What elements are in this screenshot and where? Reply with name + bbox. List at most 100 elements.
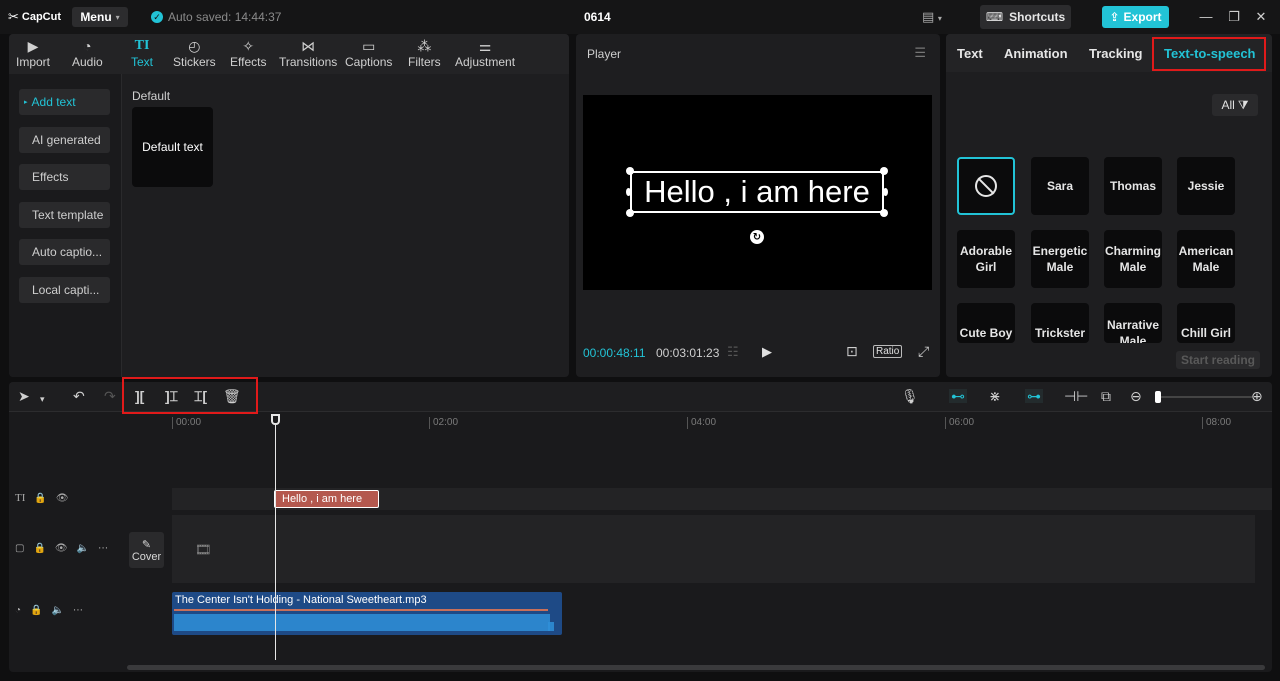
magnet-link-icon[interactable]: ⊷ bbox=[949, 389, 967, 403]
sidebar-item-effects[interactable]: Effects bbox=[19, 164, 110, 190]
effects-icon: ✧ bbox=[242, 38, 255, 54]
tab-animation[interactable]: Animation bbox=[1004, 46, 1068, 61]
fullscreen-crop-icon[interactable]: ⊡ bbox=[846, 343, 858, 360]
resize-handle[interactable] bbox=[880, 209, 888, 217]
tab-filters[interactable]: ⁂ Filters bbox=[408, 37, 441, 69]
voice-chill-girl[interactable]: Chill Girl bbox=[1177, 303, 1235, 343]
preview-canvas[interactable]: Hello , i am here ↻ bbox=[583, 95, 932, 290]
text-track-header: TI 🔒 👁 bbox=[15, 492, 69, 504]
voice-sara[interactable]: Sara bbox=[1031, 157, 1089, 215]
chevron-down-icon[interactable]: ▾ bbox=[40, 392, 45, 406]
properties-panel: Text Animation Tracking Text-to-speech A… bbox=[946, 34, 1272, 377]
total-time: 00:03:01:23 bbox=[656, 346, 720, 360]
layout-icon[interactable]: ▤ ▾ bbox=[922, 9, 942, 25]
more-icon[interactable]: ⋯ bbox=[73, 605, 83, 616]
shortcuts-button[interactable]: ⌨ Shortcuts bbox=[980, 5, 1071, 29]
lock-icon[interactable]: 🔒 bbox=[33, 543, 45, 554]
no-voice-icon bbox=[975, 175, 997, 197]
select-cursor-icon[interactable]: ➤ bbox=[18, 389, 30, 403]
tab-effects[interactable]: ✧ Effects bbox=[230, 37, 266, 69]
cover-button[interactable]: ✎ Cover bbox=[129, 532, 164, 568]
playhead-handle[interactable] bbox=[271, 414, 280, 425]
text-sidebar: ▸ Add text AI generated Effects Text tem… bbox=[9, 74, 122, 377]
tab-transitions[interactable]: ⋈ Transitions bbox=[279, 37, 337, 69]
sidebar-item-auto-captions[interactable]: Auto captio... bbox=[19, 239, 110, 265]
zoom-slider[interactable] bbox=[1159, 396, 1252, 398]
timecode-bars-icon: ☷ bbox=[727, 344, 739, 359]
ratio-button[interactable]: Ratio bbox=[873, 345, 903, 358]
voice-none[interactable] bbox=[957, 157, 1015, 215]
tab-text-props[interactable]: Text bbox=[957, 46, 983, 61]
picture-preview-icon[interactable]: ⧉ bbox=[1101, 389, 1111, 403]
resize-handle[interactable] bbox=[883, 188, 888, 196]
zoom-in-icon[interactable]: ⊕ bbox=[1251, 389, 1263, 403]
voice-cute-boy[interactable]: Cute Boy bbox=[957, 303, 1015, 343]
start-reading-button[interactable]: Start reading bbox=[1176, 351, 1260, 369]
menu-button[interactable]: Menu ▾ bbox=[72, 7, 128, 27]
play-icon[interactable]: ▶ bbox=[762, 344, 772, 360]
voice-energetic-male[interactable]: Energetic Male bbox=[1031, 230, 1089, 288]
speaker-icon[interactable]: 🔈 bbox=[52, 605, 64, 616]
close-icon[interactable]: ✕ bbox=[1253, 9, 1269, 25]
zoom-slider-handle[interactable] bbox=[1155, 391, 1161, 403]
captions-icon: ▭ bbox=[362, 38, 376, 54]
text-overlay[interactable]: Hello , i am here bbox=[630, 171, 884, 213]
zoom-out-icon[interactable]: ⊖ bbox=[1130, 389, 1142, 403]
export-button[interactable]: ⇪ Export bbox=[1102, 6, 1169, 28]
voice-american-male[interactable]: American Male bbox=[1177, 230, 1235, 288]
sidebar-item-local-captions[interactable]: Local capti... bbox=[19, 277, 110, 303]
hamburger-menu-icon[interactable]: ☰ bbox=[914, 45, 926, 61]
rotate-icon[interactable]: ↻ bbox=[750, 230, 764, 244]
check-icon: ✓ bbox=[151, 11, 163, 23]
speaker-icon[interactable]: 🔈 bbox=[77, 543, 89, 554]
more-icon[interactable]: ⋯ bbox=[98, 543, 108, 554]
tab-captions[interactable]: ▭ Captions bbox=[345, 37, 392, 69]
resize-handle[interactable] bbox=[626, 209, 634, 217]
restore-icon[interactable]: ❐ bbox=[1226, 9, 1242, 25]
sidebar-item-text-template[interactable]: Text template bbox=[19, 202, 110, 228]
minimize-icon[interactable]: — bbox=[1198, 9, 1214, 24]
lock-icon[interactable]: 🔒 bbox=[30, 605, 42, 616]
main-video-lane[interactable] bbox=[172, 515, 1255, 583]
adjustment-icon: ⚌ bbox=[478, 38, 492, 54]
media-toolbar: ▶ Import ◔ Audio TI Text ◴ Stickers ✧ Ef… bbox=[9, 34, 569, 74]
horizontal-scrollbar[interactable] bbox=[127, 665, 1265, 670]
playhead[interactable] bbox=[275, 414, 276, 660]
tab-tracking[interactable]: Tracking bbox=[1089, 46, 1142, 61]
voice-charming-male[interactable]: Charming Male bbox=[1104, 230, 1162, 288]
undo-icon[interactable]: ↶ bbox=[73, 389, 85, 403]
voice-jessie[interactable]: Jessie bbox=[1177, 157, 1235, 215]
player-title: Player bbox=[587, 47, 622, 61]
auto-snap-icon[interactable]: ⋇ bbox=[989, 389, 1001, 403]
lock-icon[interactable]: 🔒 bbox=[34, 493, 46, 504]
voice-thomas[interactable]: Thomas bbox=[1104, 157, 1162, 215]
chevron-down-icon: ▾ bbox=[115, 12, 120, 22]
tab-adjustment[interactable]: ⚌ Adjustment bbox=[455, 37, 515, 69]
text-clip[interactable]: Hello , i am here bbox=[274, 490, 379, 508]
preview-axis-icon[interactable]: ⊣⊢ bbox=[1064, 389, 1088, 403]
eye-icon[interactable]: 👁 bbox=[55, 543, 68, 554]
resize-handle[interactable] bbox=[626, 188, 631, 196]
default-text-card[interactable]: Default text bbox=[132, 107, 213, 187]
eye-icon[interactable]: 👁 bbox=[56, 493, 69, 504]
film-icon: 🎞 bbox=[195, 542, 212, 557]
linkage-icon[interactable]: ⊶ bbox=[1025, 389, 1043, 403]
sidebar-item-ai-generated[interactable]: AI generated bbox=[19, 127, 110, 153]
voice-filter-button[interactable]: All ⧩ bbox=[1212, 94, 1258, 116]
audio-clip[interactable]: The Center Isn't Holding - National Swee… bbox=[172, 592, 562, 635]
resize-handle[interactable] bbox=[626, 167, 634, 175]
tab-text[interactable]: TI Text bbox=[131, 37, 153, 69]
voice-adorable-girl[interactable]: Adorable Girl bbox=[957, 230, 1015, 288]
tab-import[interactable]: ▶ Import bbox=[16, 37, 50, 69]
time-ruler[interactable]: 00:00 02:00 04:00 06:00 08:00 bbox=[172, 412, 1272, 432]
tab-audio[interactable]: ◔ Audio bbox=[72, 37, 103, 69]
resize-handle[interactable] bbox=[880, 167, 888, 175]
text-track-icon: TI bbox=[15, 492, 26, 504]
sidebar-item-add-text[interactable]: ▸ Add text bbox=[19, 89, 110, 115]
voice-narrative-male[interactable]: Narrative Male bbox=[1104, 303, 1162, 343]
microphone-icon[interactable]: 🎙 bbox=[901, 389, 919, 403]
audio-track-icon: ◔ bbox=[15, 605, 22, 616]
tab-stickers[interactable]: ◴ Stickers bbox=[173, 37, 216, 69]
expand-icon[interactable]: ⤢ bbox=[918, 343, 929, 360]
voice-trickster[interactable]: Trickster bbox=[1031, 303, 1089, 343]
